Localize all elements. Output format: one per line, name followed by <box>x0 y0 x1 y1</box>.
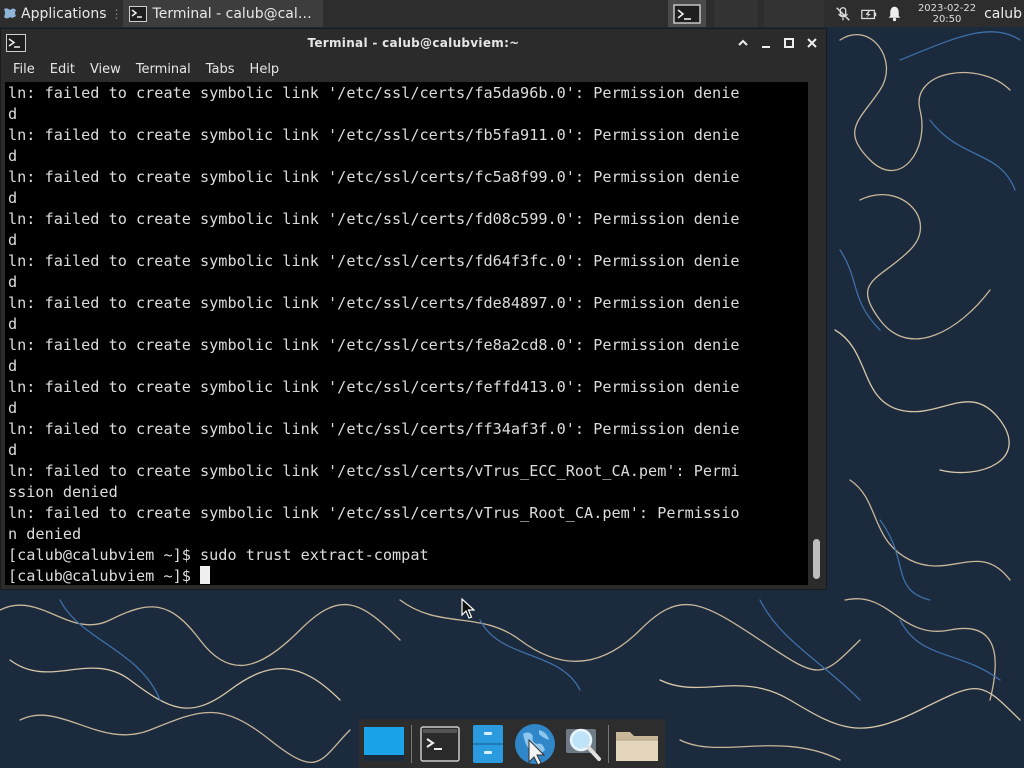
bottom-dock <box>359 719 665 768</box>
terminal-prompt: [calub@calubviem ~]$ <box>8 567 201 585</box>
terminal-line: ln: failed to create symbolic link '/etc… <box>8 504 740 522</box>
dock-show-desktop[interactable] <box>359 719 409 768</box>
window-title: Terminal - calub@calubviem:~ <box>307 36 520 50</box>
dock-terminal[interactable] <box>414 719 466 768</box>
dock-web-browser[interactable] <box>510 719 560 768</box>
clock-time: 20:50 <box>932 13 962 25</box>
mouse-pointer-icon <box>461 598 475 619</box>
menu-bar: File Edit View Terminal Tabs Help <box>1 57 826 82</box>
clock[interactable]: 2023-02-22 20:50 <box>918 3 976 25</box>
terminal-line: ln: failed to create symbolic link '/etc… <box>8 252 740 270</box>
mic-muted-icon[interactable] <box>833 4 853 24</box>
terminal-line: d <box>8 231 18 249</box>
applications-label: Applications <box>21 5 107 22</box>
battery-icon[interactable] <box>859 4 879 24</box>
file-manager-icon <box>473 724 503 763</box>
terminal-line: ln: failed to create symbolic link '/etc… <box>8 210 740 228</box>
dock-separator <box>608 724 609 763</box>
terminal-text: ln: failed to create symbolic link '/etc… <box>8 83 740 585</box>
dock-search[interactable] <box>560 719 606 768</box>
menu-tabs[interactable]: Tabs <box>206 62 235 77</box>
workspace-1-button[interactable] <box>667 0 706 27</box>
user-name[interactable]: calub <box>984 6 1022 22</box>
close-button[interactable] <box>804 35 820 51</box>
terminal-icon <box>673 3 701 24</box>
terminal-line: ln: failed to create symbolic link '/etc… <box>8 336 740 354</box>
web-browser-icon <box>515 723 555 766</box>
show-desktop-icon <box>364 726 404 761</box>
terminal-line: d <box>8 315 18 333</box>
terminal-line: ssion denied <box>8 483 118 501</box>
terminal-line: d <box>8 147 18 165</box>
dock-file-manager[interactable] <box>466 719 510 768</box>
terminal-line: d <box>8 441 18 459</box>
minimize-button[interactable] <box>758 35 774 51</box>
workspace-3-button[interactable] <box>763 0 824 27</box>
terminal-prompt-line: [calub@calubviem ~]$ <box>8 566 740 585</box>
terminal-window: Terminal - calub@calubviem:~ File Edit V… <box>0 28 827 590</box>
terminal-line: ln: failed to create symbolic link '/etc… <box>8 126 740 144</box>
search-icon <box>566 728 601 761</box>
notification-bell-icon[interactable] <box>885 4 905 24</box>
taskbar-button-terminal[interactable]: Terminal - calub@cal… <box>122 0 323 27</box>
maximize-button[interactable] <box>781 35 797 51</box>
terminal-icon <box>420 725 460 762</box>
terminal-line: d <box>8 105 18 123</box>
xfce-mouse-icon <box>4 7 16 18</box>
terminal-line: ln: failed to create symbolic link '/etc… <box>8 462 740 480</box>
menu-view[interactable]: View <box>90 62 121 77</box>
panel-right-area: 2023-02-22 20:50 calub <box>667 0 1024 27</box>
scrollbar-thumb[interactable] <box>813 539 820 579</box>
dock-folder[interactable] <box>611 719 663 768</box>
menu-help[interactable]: Help <box>250 62 280 77</box>
applications-menu-button[interactable]: Applications <box>0 0 111 27</box>
terminal-output-area[interactable]: ln: failed to create symbolic link '/etc… <box>5 82 808 585</box>
menu-edit[interactable]: Edit <box>50 62 75 77</box>
clock-date: 2023-02-22 <box>917 2 977 14</box>
window-titlebar[interactable]: Terminal - calub@calubviem:~ <box>1 29 826 57</box>
folder-icon <box>616 731 658 761</box>
terminal-scrollbar[interactable] <box>809 82 825 585</box>
terminal-line: d <box>8 399 18 417</box>
terminal-line: ln: failed to create symbolic link '/etc… <box>8 420 740 438</box>
terminal-line: ln: failed to create symbolic link '/etc… <box>8 378 740 396</box>
menu-terminal[interactable]: Terminal <box>136 62 191 77</box>
terminal-line: [calub@calubviem ~]$ sudo trust extract-… <box>8 546 429 564</box>
terminal-line: ln: failed to create symbolic link '/etc… <box>8 84 740 102</box>
taskbar-button-label: Terminal - calub@cal… <box>152 5 312 22</box>
terminal-icon <box>128 5 147 22</box>
terminal-line: ln: failed to create symbolic link '/etc… <box>8 168 740 186</box>
dock-separator <box>411 724 412 763</box>
top-panel: Applications ⋮ Terminal - calub@cal… 202… <box>0 0 1024 27</box>
terminal-line: d <box>8 357 18 375</box>
panel-separator: ⋮ <box>110 6 123 21</box>
menu-file[interactable]: File <box>13 62 35 77</box>
terminal-line: d <box>8 189 18 207</box>
text-cursor <box>200 566 211 584</box>
workspace-2-button[interactable] <box>713 0 758 27</box>
terminal-line: ln: failed to create symbolic link '/etc… <box>8 294 740 312</box>
terminal-line: n denied <box>8 525 82 543</box>
terminal-line: d <box>8 273 18 291</box>
window-shade-button[interactable] <box>735 35 751 51</box>
